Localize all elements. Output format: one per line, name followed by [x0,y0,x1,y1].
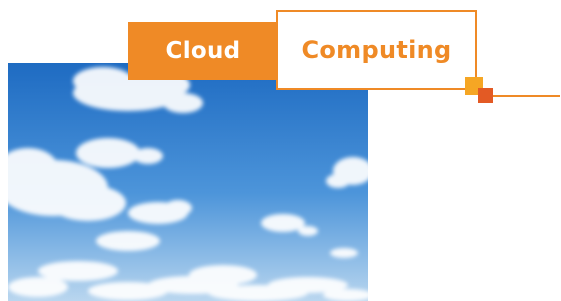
accent-square-red [478,88,493,103]
title-word-computing-text: Computing [301,36,452,64]
title-word-cloud-text: Cloud [165,38,241,64]
title-word-computing: Computing [276,10,477,90]
accent-line [486,95,560,97]
title-word-cloud: Cloud [128,22,278,80]
sky-clouds-photo [8,63,368,301]
